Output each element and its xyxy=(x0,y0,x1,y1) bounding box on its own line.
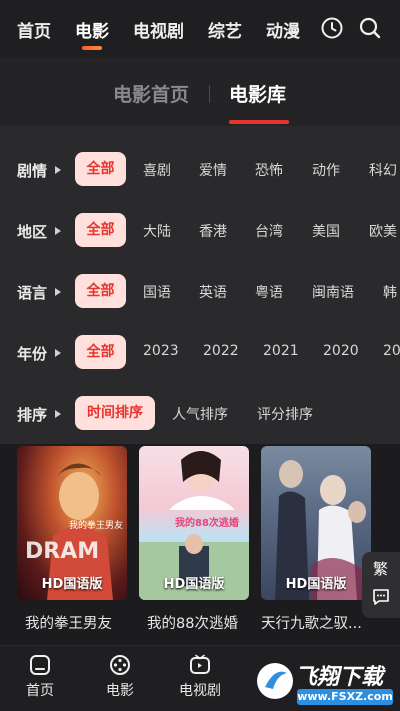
filter-option[interactable]: 恐怖 xyxy=(255,160,283,180)
filter-option[interactable]: 闽南语 xyxy=(312,282,354,302)
bottom-nav-movie[interactable]: 电影 xyxy=(90,654,150,700)
movie-grid: DRAM 我的拳王男友 HD国语版 我的拳王男友 我的88次逃婚 HD国语版 我… xyxy=(0,444,400,644)
active-tab-indicator xyxy=(82,46,102,50)
subtab-divider xyxy=(209,85,210,103)
filter-option-selected[interactable]: 时间排序 xyxy=(75,396,155,430)
filter-option[interactable]: 2022 xyxy=(203,343,239,359)
traditional-chinese-toggle[interactable]: 繁 xyxy=(373,558,388,579)
home-icon xyxy=(30,655,50,675)
movie-sub-tabs: 电影首页 电影库 xyxy=(0,58,400,126)
tab-home[interactable]: 首页 xyxy=(17,17,51,42)
caret-right-icon xyxy=(55,410,61,418)
movie-poster[interactable]: HD国语版 xyxy=(261,446,371,600)
filter-option[interactable]: 国语 xyxy=(143,282,171,302)
movie-card[interactable]: DRAM 我的拳王男友 HD国语版 我的拳王男友 xyxy=(17,446,127,632)
tv-icon xyxy=(190,654,210,674)
bottom-nav-tv[interactable]: 电视剧 xyxy=(170,654,230,700)
movie-card[interactable]: HD国语版 天行九歌之驭... xyxy=(261,446,371,632)
filter-option[interactable]: 喜剧 xyxy=(143,160,171,180)
caret-right-icon xyxy=(55,227,61,235)
site-watermark: 飞翔下载 www.FSXZ.com xyxy=(255,655,400,711)
filter-row-language: 语言 全部 国语 英语 粤语 闽南语 韩 xyxy=(0,272,400,312)
filter-option-selected[interactable]: 全部 xyxy=(75,335,126,369)
movie-title[interactable]: 我的拳王男友 xyxy=(25,612,155,633)
filter-option[interactable]: 台湾 xyxy=(255,221,283,241)
filter-option[interactable]: 2023 xyxy=(143,343,179,359)
tab-tv-series[interactable]: 电视剧 xyxy=(133,17,184,42)
filter-label-region: 地区 xyxy=(17,223,48,241)
watermark-url: www.FSXZ.com xyxy=(297,689,393,705)
filter-option[interactable]: 2021 xyxy=(263,343,299,359)
quality-badge: HD国语版 xyxy=(163,577,225,592)
filter-option-selected[interactable]: 全部 xyxy=(75,213,126,247)
filter-option[interactable]: 人气排序 xyxy=(172,404,228,424)
filter-option[interactable]: 爱情 xyxy=(199,160,227,180)
filter-option[interactable]: 2020 xyxy=(323,343,359,359)
bottom-nav-label: 电视剧 xyxy=(179,683,221,699)
tab-movie[interactable]: 电影 xyxy=(75,17,109,42)
filter-option[interactable]: 动作 xyxy=(312,160,340,180)
filter-option[interactable]: 美国 xyxy=(312,221,340,241)
movie-title[interactable]: 我的88次逃婚 xyxy=(147,612,277,633)
poster-title-text: 我的88次逃婚 xyxy=(175,518,239,529)
filter-option-selected[interactable]: 全部 xyxy=(75,274,126,308)
caret-right-icon xyxy=(55,166,61,174)
filter-label-language: 语言 xyxy=(17,284,48,302)
filter-option[interactable]: 评分排序 xyxy=(257,404,313,424)
side-float-panel: 繁 xyxy=(362,552,400,618)
filter-option-selected[interactable]: 全部 xyxy=(75,152,126,186)
filter-option[interactable]: 韩 xyxy=(383,282,397,302)
svg-text:DRAM: DRAM xyxy=(25,539,99,564)
filter-row-year: 年份 全部 2023 2022 2021 2020 20 xyxy=(0,333,400,373)
filter-label-genre: 剧情 xyxy=(17,162,48,180)
caret-right-icon xyxy=(55,288,61,296)
bottom-nav-label: 首页 xyxy=(26,683,54,699)
tab-variety[interactable]: 综艺 xyxy=(208,17,242,42)
filter-label-year: 年份 xyxy=(17,345,48,363)
bottom-nav-home[interactable]: 首页 xyxy=(10,654,70,700)
filter-option[interactable]: 20 xyxy=(383,343,400,359)
filter-row-region: 地区 全部 大陆 香港 台湾 美国 欧美 xyxy=(0,211,400,251)
filter-option[interactable]: 欧美 xyxy=(369,221,397,241)
filter-panel: 剧情 全部 喜剧 爱情 恐怖 动作 科幻 地区 全部 大陆 香港 台湾 美国 欧… xyxy=(0,126,400,444)
subtab-active-indicator xyxy=(229,120,289,124)
film-reel-icon xyxy=(110,655,130,675)
watermark-logo-icon xyxy=(257,663,293,699)
bottom-nav-label: 电影 xyxy=(106,683,134,699)
top-nav: 首页 电影 电视剧 综艺 动漫 xyxy=(0,0,400,58)
filter-row-sort: 排序 时间排序 人气排序 评分排序 xyxy=(0,394,400,434)
subtab-movie-library[interactable]: 电影库 xyxy=(229,80,286,107)
filter-option[interactable]: 大陆 xyxy=(143,221,171,241)
filter-option[interactable]: 科幻 xyxy=(369,160,397,180)
poster-title-text: 我的拳王男友 xyxy=(69,521,124,531)
filter-option[interactable]: 香港 xyxy=(199,221,227,241)
movie-poster[interactable]: DRAM 我的拳王男友 HD国语版 xyxy=(17,446,127,600)
tab-anime[interactable]: 动漫 xyxy=(266,17,300,42)
search-icon[interactable] xyxy=(358,16,382,40)
filter-option[interactable]: 英语 xyxy=(199,282,227,302)
clock-icon[interactable] xyxy=(320,16,344,40)
quality-badge: HD国语版 xyxy=(41,577,103,592)
filter-row-genre: 剧情 全部 喜剧 爱情 恐怖 动作 科幻 xyxy=(0,150,400,190)
caret-right-icon xyxy=(55,349,61,357)
watermark-text: 飞翔下载 xyxy=(295,665,384,690)
message-icon[interactable] xyxy=(372,588,390,606)
filter-label-sort: 排序 xyxy=(17,406,48,424)
movie-poster[interactable]: 我的88次逃婚 HD国语版 xyxy=(139,446,249,600)
subtab-movie-home[interactable]: 电影首页 xyxy=(113,80,189,107)
filter-option[interactable]: 粤语 xyxy=(255,282,283,302)
movie-card[interactable]: 我的88次逃婚 HD国语版 我的88次逃婚 xyxy=(139,446,249,632)
quality-badge: HD国语版 xyxy=(285,577,347,592)
